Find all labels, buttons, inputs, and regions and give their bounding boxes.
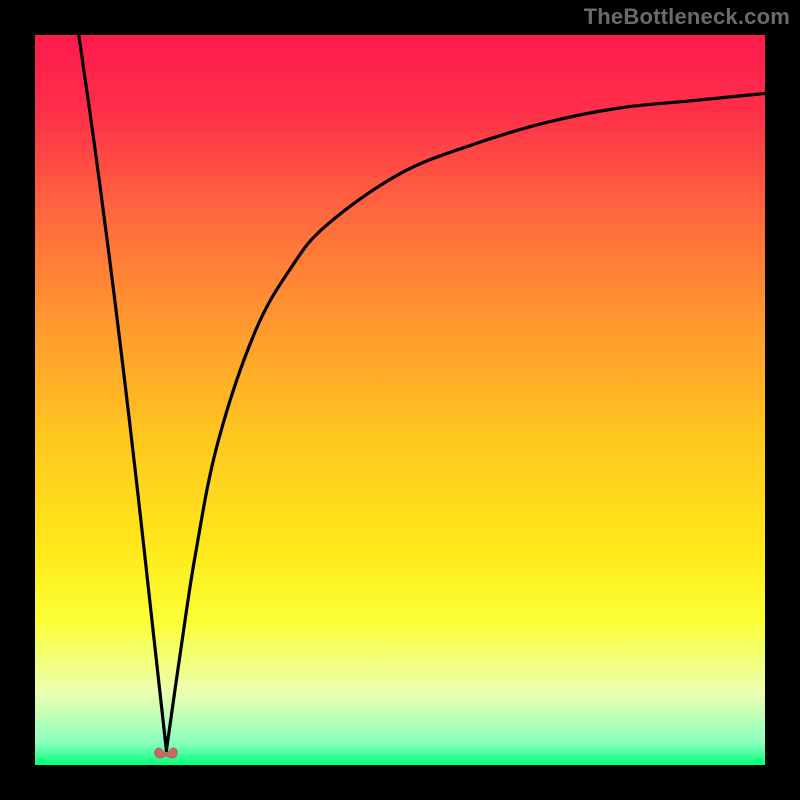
balanced-point-marker — [153, 740, 179, 760]
curve-right-branch — [166, 93, 765, 750]
curve-layer — [35, 35, 765, 765]
plot-area — [35, 35, 765, 765]
watermark-text: TheBottleneck.com — [584, 4, 790, 30]
curve-left-branch — [79, 35, 167, 750]
chart-frame: TheBottleneck.com — [0, 0, 800, 800]
